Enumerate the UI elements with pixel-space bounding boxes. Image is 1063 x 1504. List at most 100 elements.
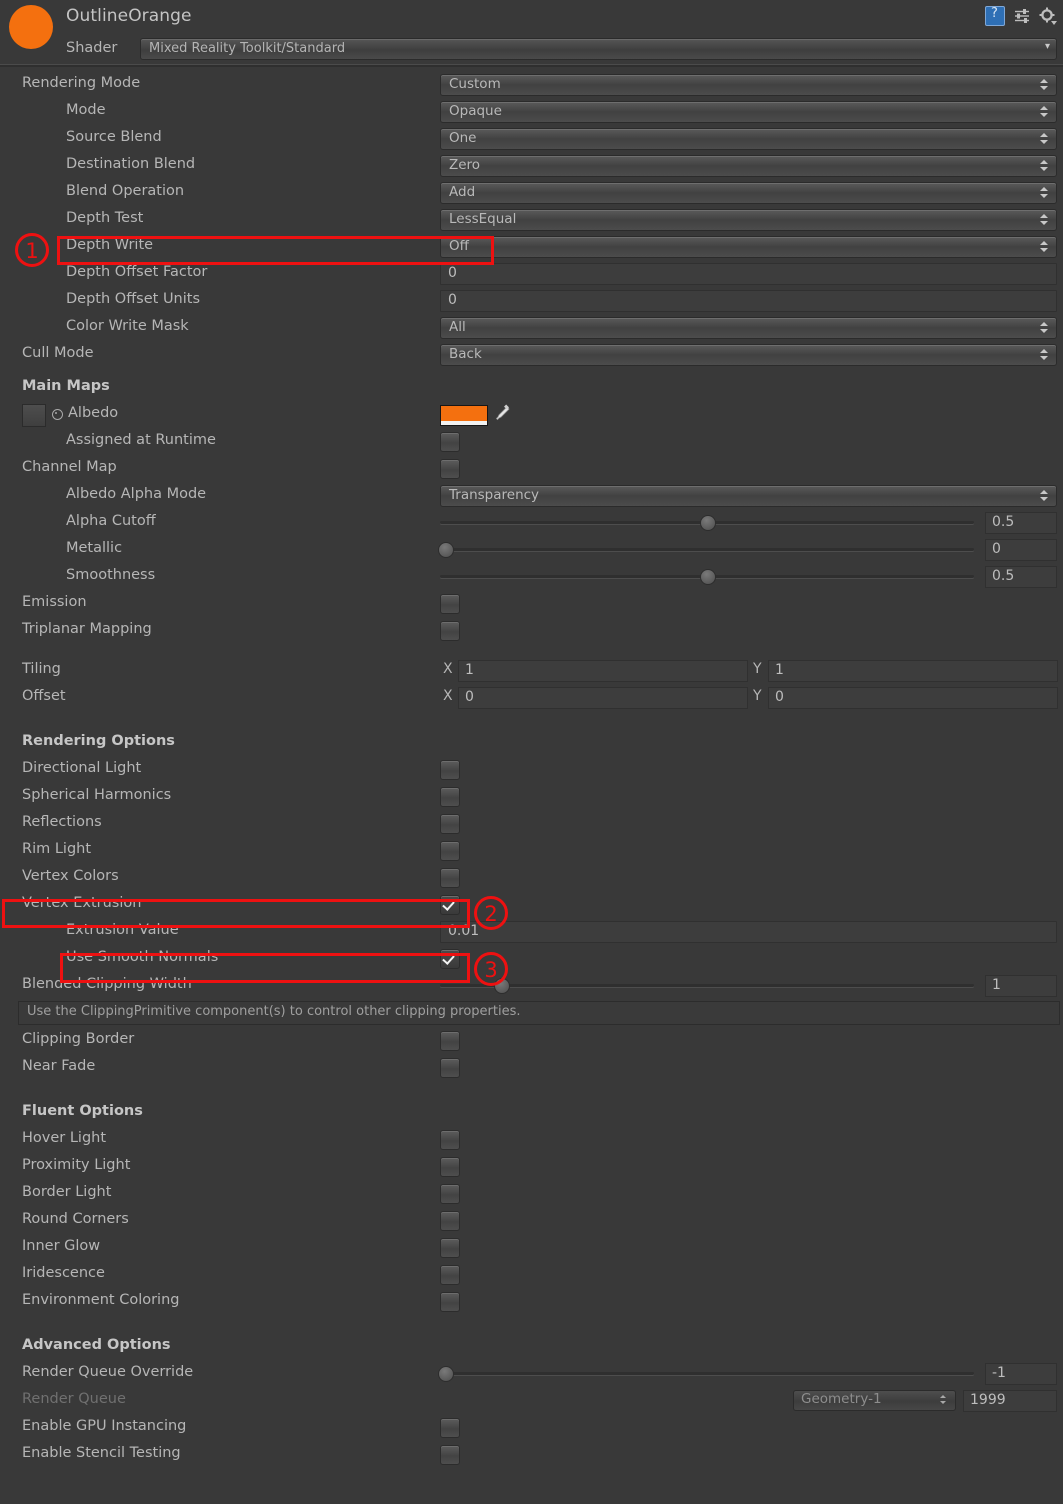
slider-track (440, 1372, 974, 1375)
input-alpha-cutoff[interactable]: 0.5 (985, 512, 1057, 534)
updown-arrow-icon (1040, 157, 1049, 174)
row-source-blend: Source Blend One (0, 125, 1063, 152)
checkbox-border-light[interactable] (440, 1184, 460, 1204)
checkbox-use-smooth-normals[interactable] (440, 949, 460, 969)
material-preview-sphere (9, 5, 53, 49)
row-inner-glow: Inner Glow (0, 1234, 1063, 1261)
label-destination-blend: Destination Blend (66, 156, 196, 172)
albedo-texture-slot[interactable] (22, 404, 46, 427)
slider-alpha-cutoff[interactable] (440, 515, 974, 531)
label-depth-test: Depth Test (66, 210, 144, 226)
label-round-corners: Round Corners (22, 1211, 129, 1227)
input-tiling-y[interactable]: 1 (768, 660, 1058, 682)
value-color-write-mask: All (449, 319, 466, 335)
dropdown-rendering-mode[interactable]: Custom (440, 74, 1057, 96)
preset-icon[interactable] (1013, 7, 1031, 25)
axis-label-y: Y (753, 661, 762, 677)
checkbox-environment-coloring[interactable] (440, 1292, 460, 1312)
value-source-blend: One (449, 130, 477, 146)
checkbox-near-fade[interactable] (440, 1058, 460, 1078)
input-blended-clipping-width[interactable]: 1 (985, 975, 1057, 997)
row-vertex-extrusion: Vertex Extrusion (0, 891, 1063, 918)
checkbox-clipping-border[interactable] (440, 1031, 460, 1051)
updown-arrow-icon (940, 1392, 948, 1408)
dropdown-depth-test[interactable]: LessEqual (440, 209, 1057, 231)
dropdown-render-queue-preset[interactable]: Geometry-1 (793, 1390, 956, 1411)
label-assigned-at-runtime: Assigned at Runtime (66, 432, 216, 448)
input-offset-x[interactable]: 0 (458, 687, 748, 709)
checkbox-round-corners[interactable] (440, 1211, 460, 1231)
slider-knob[interactable] (438, 1366, 454, 1382)
dropdown-color-write-mask[interactable]: All (440, 317, 1057, 339)
checkbox-spherical-harmonics[interactable] (440, 787, 460, 807)
slider-knob[interactable] (700, 515, 716, 531)
checkbox-assigned-at-runtime[interactable] (440, 432, 460, 452)
label-near-fade: Near Fade (22, 1058, 96, 1074)
dropdown-destination-blend[interactable]: Zero (440, 155, 1057, 177)
header-icon-group (985, 6, 1057, 26)
section-title-rendering-options: Rendering Options (22, 733, 175, 749)
updown-arrow-icon (1040, 184, 1049, 201)
input-depth-offset-units[interactable]: 0 (440, 290, 1057, 312)
label-mode: Mode (66, 102, 106, 118)
dropdown-depth-write[interactable]: Off (440, 236, 1057, 258)
checkbox-vertex-colors[interactable] (440, 868, 460, 888)
checkbox-inner-glow[interactable] (440, 1238, 460, 1258)
row-depth-test: Depth Test LessEqual (0, 206, 1063, 233)
input-offset-y[interactable]: 0 (768, 687, 1058, 709)
slider-metallic[interactable] (438, 542, 974, 558)
dropdown-blend-operation[interactable]: Add (440, 182, 1057, 204)
gear-icon[interactable] (1039, 7, 1057, 25)
slider-knob[interactable] (700, 569, 716, 585)
dropdown-source-blend[interactable]: One (440, 128, 1057, 150)
checkbox-enable-gpu-instancing[interactable] (440, 1418, 460, 1438)
checkbox-reflections[interactable] (440, 814, 460, 834)
input-render-queue-number[interactable]: 1999 (963, 1390, 1057, 1412)
label-iridescence: Iridescence (22, 1265, 105, 1281)
checkbox-proximity-light[interactable] (440, 1157, 460, 1177)
label-depth-offset-units: Depth Offset Units (66, 291, 201, 307)
row-border-light: Border Light (0, 1180, 1063, 1207)
checkbox-triplanar-mapping[interactable] (440, 621, 460, 641)
slider-smoothness[interactable] (440, 569, 974, 585)
dropdown-mode[interactable]: Opaque (440, 101, 1057, 123)
row-enable-gpu-instancing: Enable GPU Instancing (0, 1414, 1063, 1441)
input-depth-offset-factor[interactable]: 0 (440, 263, 1057, 285)
slider-knob[interactable] (438, 542, 454, 558)
label-color-write-mask: Color Write Mask (66, 318, 189, 334)
input-extrusion-value[interactable]: 0.01 (440, 921, 1057, 943)
checkbox-directional-light[interactable] (440, 760, 460, 780)
dropdown-albedo-alpha-mode[interactable]: Transparency (440, 485, 1057, 507)
row-clipping-border: Clipping Border (0, 1027, 1063, 1054)
updown-arrow-icon (1040, 76, 1049, 93)
rendering-mode-section: Rendering Mode Custom Mode Opaque Source… (0, 66, 1063, 1468)
checkbox-enable-stencil-testing[interactable] (440, 1445, 460, 1465)
slider-blended-clipping-width[interactable] (440, 978, 974, 994)
label-albedo-alpha-mode: Albedo Alpha Mode (66, 486, 207, 502)
label-spherical-harmonics: Spherical Harmonics (22, 787, 172, 803)
input-smoothness[interactable]: 0.5 (985, 566, 1057, 588)
row-depth-write: Depth Write Off (0, 233, 1063, 260)
shader-dropdown[interactable]: Mixed Reality Toolkit/Standard ▾ (140, 38, 1057, 60)
checkbox-vertex-extrusion[interactable] (440, 895, 460, 915)
checkbox-emission[interactable] (440, 594, 460, 614)
shader-value: Mixed Reality Toolkit/Standard (149, 41, 346, 56)
checkbox-iridescence[interactable] (440, 1265, 460, 1285)
label-depth-offset-factor: Depth Offset Factor (66, 264, 208, 280)
albedo-color-swatch[interactable] (440, 405, 488, 426)
label-use-smooth-normals: Use Smooth Normals (66, 949, 219, 965)
row-iridescence: Iridescence (0, 1261, 1063, 1288)
input-tiling-x[interactable]: 1 (458, 660, 748, 682)
eyedropper-icon[interactable] (492, 404, 512, 424)
annotation-marker-3: 3 (474, 952, 508, 986)
checkbox-rim-light[interactable] (440, 841, 460, 861)
checkbox-hover-light[interactable] (440, 1130, 460, 1150)
checkbox-channel-map[interactable] (440, 459, 460, 479)
label-inner-glow: Inner Glow (22, 1238, 101, 1254)
dropdown-cull-mode[interactable]: Back (440, 344, 1057, 366)
slider-render-queue-override[interactable] (438, 1366, 974, 1382)
input-metallic[interactable]: 0 (985, 539, 1057, 561)
help-book-icon[interactable] (985, 6, 1005, 26)
label-render-queue: Render Queue (22, 1391, 126, 1407)
input-render-queue-override[interactable]: -1 (985, 1363, 1057, 1385)
